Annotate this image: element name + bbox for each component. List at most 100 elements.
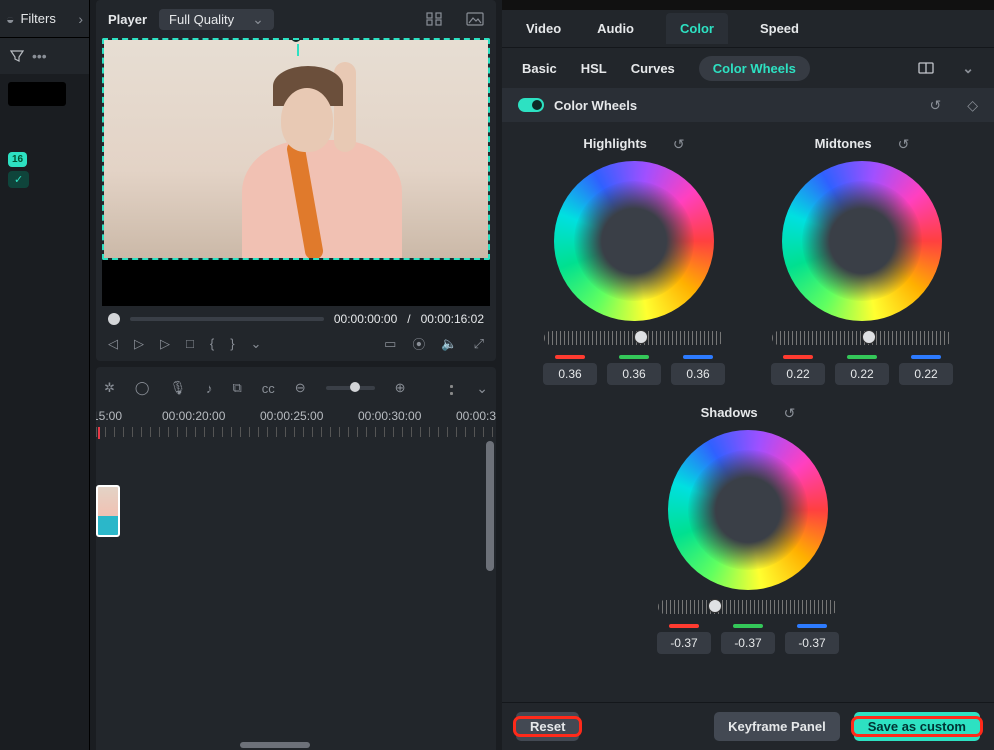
filter-chip-check[interactable]: ✓ bbox=[8, 171, 29, 188]
shadows-slider[interactable] bbox=[658, 600, 838, 614]
tab-color[interactable]: Color bbox=[666, 13, 728, 44]
ruler-tick: 00:00:30:00 bbox=[358, 409, 421, 423]
filters-sidebar: ◒ Filters › ••• 16 ✓ bbox=[0, 0, 90, 750]
quality-select[interactable]: Full Quality ⌄ bbox=[159, 9, 274, 30]
shadows-wheel[interactable] bbox=[668, 430, 828, 590]
tl-settings-icon[interactable]: ✲ bbox=[104, 380, 115, 396]
video-preview[interactable] bbox=[102, 38, 490, 260]
timeline-vscroll[interactable] bbox=[486, 441, 494, 571]
keyframe-diamond-icon[interactable]: ◇ bbox=[967, 98, 978, 112]
midtones-b[interactable]: 0.22 bbox=[899, 363, 953, 385]
highlights-r[interactable]: 0.36 bbox=[543, 363, 597, 385]
prev-frame-icon[interactable]: ◁ bbox=[108, 336, 118, 352]
ruler-tick: 15:00 bbox=[96, 409, 122, 423]
color-wheels-header: Color Wheels ↺ ◇ bbox=[502, 88, 994, 122]
volume-icon[interactable]: 🔈 bbox=[441, 336, 457, 352]
scrub-handle[interactable] bbox=[108, 313, 120, 325]
tab-video[interactable]: Video bbox=[522, 13, 565, 44]
timeline-hscroll[interactable] bbox=[240, 742, 310, 748]
zoom-out-icon[interactable]: ⊖ bbox=[295, 380, 306, 396]
shadows-g[interactable]: -0.37 bbox=[721, 632, 775, 654]
chevron-down-icon: ⌄ bbox=[252, 12, 264, 26]
tl-music-icon[interactable]: ♪ bbox=[206, 381, 213, 396]
mark-in-icon[interactable]: { bbox=[210, 336, 214, 351]
ruler-tick: 00:00:25:00 bbox=[260, 409, 323, 423]
inspector-footer: Reset Keyframe Panel Save as custom bbox=[502, 702, 994, 750]
subtab-basic[interactable]: Basic bbox=[522, 61, 557, 76]
filter-chip[interactable]: 16 bbox=[8, 152, 27, 167]
ruler-tick: 00:00:20:00 bbox=[162, 409, 225, 423]
subtab-color-wheels[interactable]: Color Wheels bbox=[699, 56, 810, 81]
color-wheels-toggle[interactable] bbox=[518, 98, 544, 112]
zoom-slider[interactable] bbox=[326, 386, 375, 390]
aspect-menu-icon[interactable]: ⌄ bbox=[251, 336, 262, 352]
filters-label: Filters bbox=[20, 11, 55, 26]
timeline-panel: ✲ ◯ 🎙 ♪ ⧉ cc ⊖ ⊕ ⌄ 15:00 00:00:20:00 00:… bbox=[96, 367, 496, 750]
chevron-down-icon[interactable]: ⌄ bbox=[962, 61, 974, 75]
tab-audio[interactable]: Audio bbox=[593, 13, 638, 44]
save-as-custom-button[interactable]: Save as custom bbox=[854, 712, 980, 741]
quality-value: Full Quality bbox=[169, 12, 234, 27]
chevron-down-icon[interactable]: ⌄ bbox=[476, 381, 488, 395]
display-icon[interactable]: ▭ bbox=[384, 336, 396, 352]
reset-icon[interactable]: ↺ bbox=[784, 406, 796, 420]
shadows-b[interactable]: -0.37 bbox=[785, 632, 839, 654]
inspector-tabs-primary: Video Audio Color Speed bbox=[502, 10, 994, 48]
inspector-tabs-secondary: Basic HSL Curves Color Wheels ⌄ bbox=[502, 48, 994, 88]
tl-cc-icon[interactable]: cc bbox=[262, 381, 275, 396]
more-dots-icon[interactable]: ••• bbox=[32, 49, 47, 63]
undo-icon[interactable]: ↺ bbox=[929, 98, 941, 112]
tl-voice-icon[interactable]: 🎙 bbox=[169, 380, 186, 396]
snapshot-icon[interactable]: ⦿ bbox=[412, 334, 425, 353]
tl-marker-icon[interactable]: ◯ bbox=[135, 380, 150, 396]
reset-highlight-box: Reset bbox=[516, 719, 579, 734]
tab-speed[interactable]: Speed bbox=[756, 13, 803, 44]
play-pause-icon[interactable]: ▷ bbox=[134, 336, 144, 352]
clip-thumbnail[interactable] bbox=[96, 485, 120, 537]
highlights-b[interactable]: 0.36 bbox=[671, 363, 725, 385]
scrub-track[interactable] bbox=[130, 317, 324, 321]
timeline-tracks[interactable] bbox=[96, 441, 496, 750]
zoom-in-icon[interactable]: ⊕ bbox=[395, 380, 406, 396]
highlights-slider[interactable] bbox=[544, 331, 724, 345]
total-timecode: 00:00:16:02 bbox=[421, 312, 484, 326]
wheel-shadows: Shadows ↺ -0.37 -0.37 -0.37 bbox=[643, 399, 853, 654]
filter-funnel-icon[interactable] bbox=[10, 49, 24, 63]
stop-icon[interactable]: □ bbox=[186, 336, 194, 351]
save-highlight-box: Save as custom bbox=[854, 719, 980, 734]
midtones-slider[interactable] bbox=[772, 331, 952, 345]
picture-icon[interactable] bbox=[466, 12, 484, 26]
timeline-ruler[interactable]: 15:00 00:00:20:00 00:00:25:00 00:00:30:0… bbox=[96, 405, 496, 441]
filter-search[interactable] bbox=[8, 82, 66, 106]
tl-layout-icon[interactable] bbox=[446, 381, 457, 395]
wheel-midtones: Midtones ↺ 0.22 0.22 0.22 bbox=[757, 130, 967, 385]
grid-view-icon[interactable] bbox=[426, 12, 442, 26]
compare-view-icon[interactable] bbox=[918, 61, 934, 75]
reset-icon[interactable]: ↺ bbox=[673, 137, 685, 151]
reset-icon[interactable]: ↺ bbox=[898, 137, 910, 151]
midtones-r[interactable]: 0.22 bbox=[771, 363, 825, 385]
midtones-wheel[interactable] bbox=[782, 161, 942, 321]
preview-frame bbox=[104, 40, 488, 258]
wheel-highlights: Highlights ↺ 0.36 0.36 0.36 bbox=[529, 130, 739, 385]
chevron-right-icon[interactable]: › bbox=[78, 12, 83, 26]
highlights-g[interactable]: 0.36 bbox=[607, 363, 661, 385]
player-panel: Player Full Quality ⌄ 00:00:00:00 bbox=[96, 0, 496, 361]
tc-sep: / bbox=[407, 312, 410, 326]
subtab-curves[interactable]: Curves bbox=[631, 61, 675, 76]
tl-pip-icon[interactable]: ⧉ bbox=[232, 380, 241, 396]
play-icon[interactable]: ▷ bbox=[160, 336, 170, 352]
highlights-wheel[interactable] bbox=[554, 161, 714, 321]
highlights-label: Highlights bbox=[583, 136, 647, 151]
shadows-label: Shadows bbox=[701, 405, 758, 420]
subtab-hsl[interactable]: HSL bbox=[581, 61, 607, 76]
player-title: Player bbox=[108, 12, 147, 27]
mark-out-icon[interactable]: } bbox=[230, 336, 234, 351]
keyframe-panel-button[interactable]: Keyframe Panel bbox=[714, 712, 840, 741]
color-wheels-title: Color Wheels bbox=[554, 98, 637, 113]
fullscreen-icon[interactable]: ⤢ bbox=[474, 336, 484, 352]
midtones-g[interactable]: 0.22 bbox=[835, 363, 889, 385]
reset-button[interactable]: Reset bbox=[516, 712, 579, 741]
shadows-r[interactable]: -0.37 bbox=[657, 632, 711, 654]
current-timecode: 00:00:00:00 bbox=[334, 312, 397, 326]
